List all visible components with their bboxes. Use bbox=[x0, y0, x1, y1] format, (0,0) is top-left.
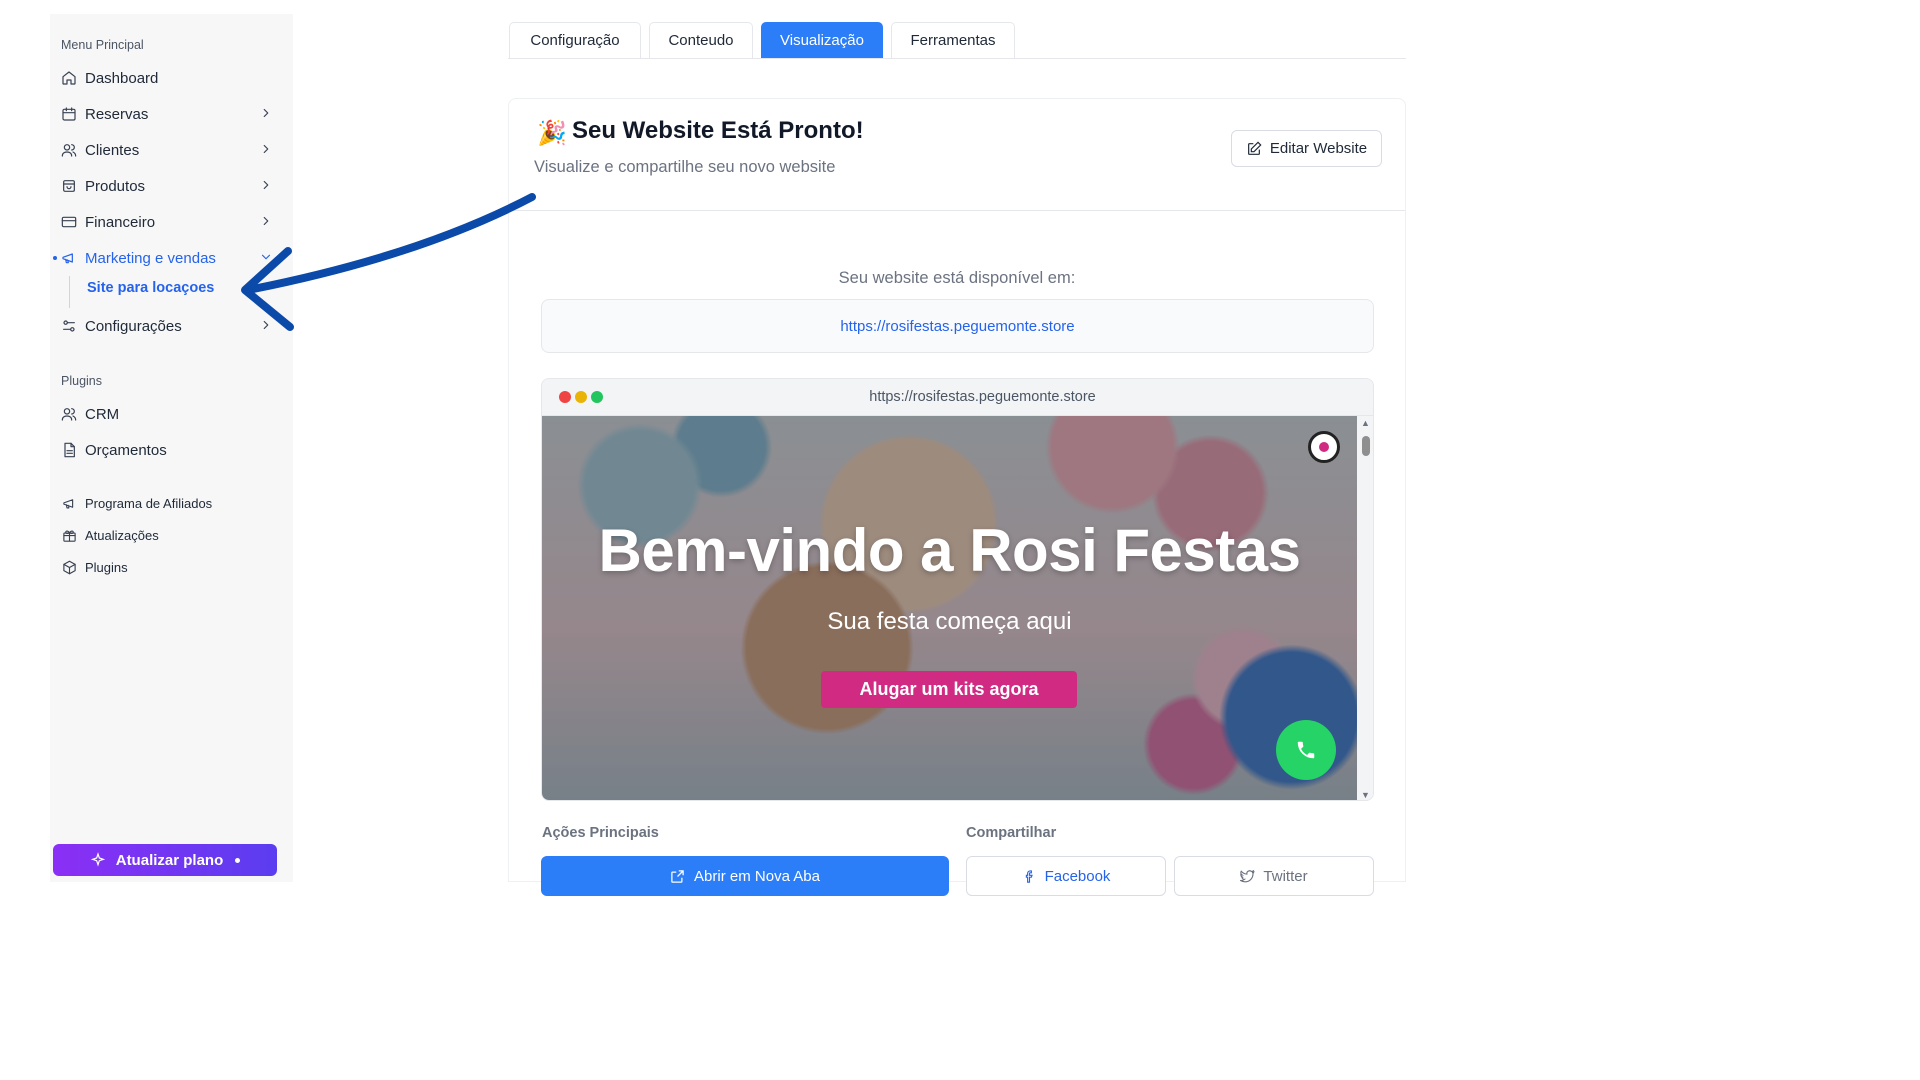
share-label: Compartilhar bbox=[966, 825, 1057, 841]
sidebar-item-afiliados[interactable]: Programa de Afiliados bbox=[61, 490, 273, 516]
open-new-tab-label: Abrir em Nova Aba bbox=[694, 867, 820, 885]
available-label: Seu website está disponível em: bbox=[838, 269, 1076, 287]
scroll-thumb[interactable] bbox=[1362, 436, 1370, 456]
share-twitter-button[interactable]: Twitter bbox=[1174, 856, 1374, 896]
twitter-label: Twitter bbox=[1263, 867, 1308, 885]
upgrade-plan-button[interactable]: Atualizar plano bbox=[53, 844, 277, 876]
phone-icon bbox=[1297, 741, 1315, 759]
chevron-right-icon bbox=[259, 106, 273, 120]
upgrade-plan-label: Atualizar plano bbox=[115, 851, 224, 869]
sidebar-item-label: Programa de Afiliados bbox=[85, 495, 213, 511]
users-icon bbox=[61, 406, 77, 422]
sidebar-item-label: Financeiro bbox=[85, 213, 156, 231]
share-facebook-button[interactable]: Facebook bbox=[966, 856, 1166, 896]
tab-ferramentas[interactable]: Ferramentas bbox=[891, 22, 1015, 58]
edit-website-label: Editar Website bbox=[1269, 140, 1368, 157]
settings-icon bbox=[61, 318, 77, 334]
sidebar-item-crm[interactable]: CRM bbox=[61, 401, 273, 427]
megaphone-icon bbox=[61, 250, 77, 266]
party-popper-icon: 🎉 bbox=[537, 120, 567, 147]
sidebar-item-dashboard[interactable]: Dashboard bbox=[61, 65, 273, 91]
card-header: 🎉 Seu Website Está Pronto! Visualize e c… bbox=[509, 99, 1405, 211]
main-actions-label: Ações Principais bbox=[542, 825, 659, 841]
website-url-link[interactable]: https://rosifestas.peguemonte.store bbox=[840, 318, 1074, 335]
submenu-line bbox=[69, 276, 70, 308]
twitter-icon bbox=[1240, 869, 1256, 882]
users-icon bbox=[61, 142, 77, 158]
sidebar-item-label: Orçamentos bbox=[85, 441, 167, 459]
url-box: https://rosifestas.peguemonte.store bbox=[541, 299, 1374, 353]
preview-card: 🎉 Seu Website Está Pronto! Visualize e c… bbox=[508, 98, 1406, 896]
browser-bar: https://rosifestas.peguemonte.store bbox=[542, 379, 1373, 416]
facebook-label: Facebook bbox=[1044, 867, 1111, 885]
whatsapp-button[interactable] bbox=[1276, 720, 1336, 780]
sidebar-item-orcamentos[interactable]: Orçamentos bbox=[61, 437, 273, 463]
sidebar-subitem-site-locacoes[interactable]: Site para locaçoes bbox=[87, 280, 214, 296]
preview-scrollbar[interactable]: ▲ ▼ bbox=[1357, 416, 1373, 800]
active-indicator-dot bbox=[53, 256, 57, 260]
sidebar-item-configuracoes[interactable]: Configurações bbox=[61, 313, 273, 339]
box-icon bbox=[61, 559, 77, 575]
plugins-title: Plugins bbox=[61, 374, 102, 388]
browser-address: https://rosifestas.peguemonte.store bbox=[869, 389, 1096, 405]
sidebar-item-label: Clientes bbox=[85, 141, 140, 159]
home-icon bbox=[61, 70, 77, 86]
hero-title: Bem-vindo a Rosi Festas bbox=[598, 517, 1301, 584]
tab-configuracao[interactable]: Configuração bbox=[509, 22, 641, 58]
sidebar-item-label: CRM bbox=[85, 405, 120, 423]
upgrade-indicator-dot bbox=[235, 857, 241, 863]
facebook-icon bbox=[1025, 869, 1033, 883]
sidebar-item-label: Atualizações bbox=[85, 527, 159, 543]
document-icon bbox=[61, 442, 77, 458]
sidebar-item-label: Configurações bbox=[85, 317, 182, 335]
package-icon bbox=[61, 178, 77, 194]
chevron-right-icon bbox=[259, 178, 273, 192]
sidebar-item-atualizacoes[interactable]: Atualizações bbox=[61, 522, 273, 548]
site-hero: Bem-vindo a Rosi Festas Sua festa começa… bbox=[542, 416, 1357, 800]
tabs-underline bbox=[508, 58, 1406, 59]
sidebar: Menu Principal Dashboard Reservas Client… bbox=[50, 14, 293, 882]
sidebar-item-financeiro[interactable]: Financeiro bbox=[61, 209, 273, 235]
sidebar-item-label: Produtos bbox=[85, 177, 146, 195]
credit-card-icon bbox=[61, 214, 77, 230]
chevron-down-icon bbox=[259, 250, 273, 264]
tab-conteudo[interactable]: Conteudo bbox=[649, 22, 753, 58]
card-title: Seu Website Está Pronto! bbox=[572, 117, 864, 144]
sidebar-item-reservas[interactable]: Reservas bbox=[61, 101, 273, 127]
open-new-tab-button[interactable]: Abrir em Nova Aba bbox=[541, 856, 949, 896]
chevron-right-icon bbox=[259, 318, 273, 332]
scroll-up-arrow-icon[interactable]: ▲ bbox=[1361, 418, 1370, 428]
edit-website-button[interactable]: Editar Website bbox=[1231, 130, 1382, 167]
calendar-icon bbox=[61, 106, 77, 122]
megaphone-icon bbox=[61, 495, 77, 511]
tab-visualizacao[interactable]: Visualização bbox=[761, 22, 883, 58]
external-link-icon bbox=[671, 869, 684, 883]
chevron-right-icon bbox=[259, 142, 273, 156]
browser-preview: https://rosifestas.peguemonte.store Bem-… bbox=[541, 378, 1374, 801]
scroll-down-arrow-icon[interactable]: ▼ bbox=[1361, 790, 1370, 800]
sidebar-item-clientes[interactable]: Clientes bbox=[61, 137, 273, 163]
sidebar-item-produtos[interactable]: Produtos bbox=[61, 173, 273, 199]
sidebar-item-label: Plugins bbox=[85, 559, 128, 575]
sidebar-item-marketing[interactable]: Marketing e vendas bbox=[61, 245, 273, 271]
site-logo[interactable] bbox=[1308, 431, 1340, 463]
sidebar-item-label: Reservas bbox=[85, 105, 149, 123]
hero-cta-button[interactable]: Alugar um kits agora bbox=[821, 671, 1077, 708]
hero-subtitle: Sua festa começa aqui bbox=[827, 608, 1072, 635]
sidebar-item-plugins[interactable]: Plugins bbox=[61, 554, 273, 580]
sidebar-item-label: Dashboard bbox=[85, 69, 159, 87]
sidebar-item-label: Marketing e vendas bbox=[85, 249, 216, 267]
menu-principal-title: Menu Principal bbox=[61, 38, 144, 52]
gift-icon bbox=[61, 527, 77, 543]
sparkles-icon bbox=[90, 852, 105, 867]
chevron-right-icon bbox=[259, 214, 273, 228]
card-subtitle: Visualize e compartilhe seu novo website bbox=[534, 158, 836, 176]
edit-icon bbox=[1247, 140, 1262, 155]
